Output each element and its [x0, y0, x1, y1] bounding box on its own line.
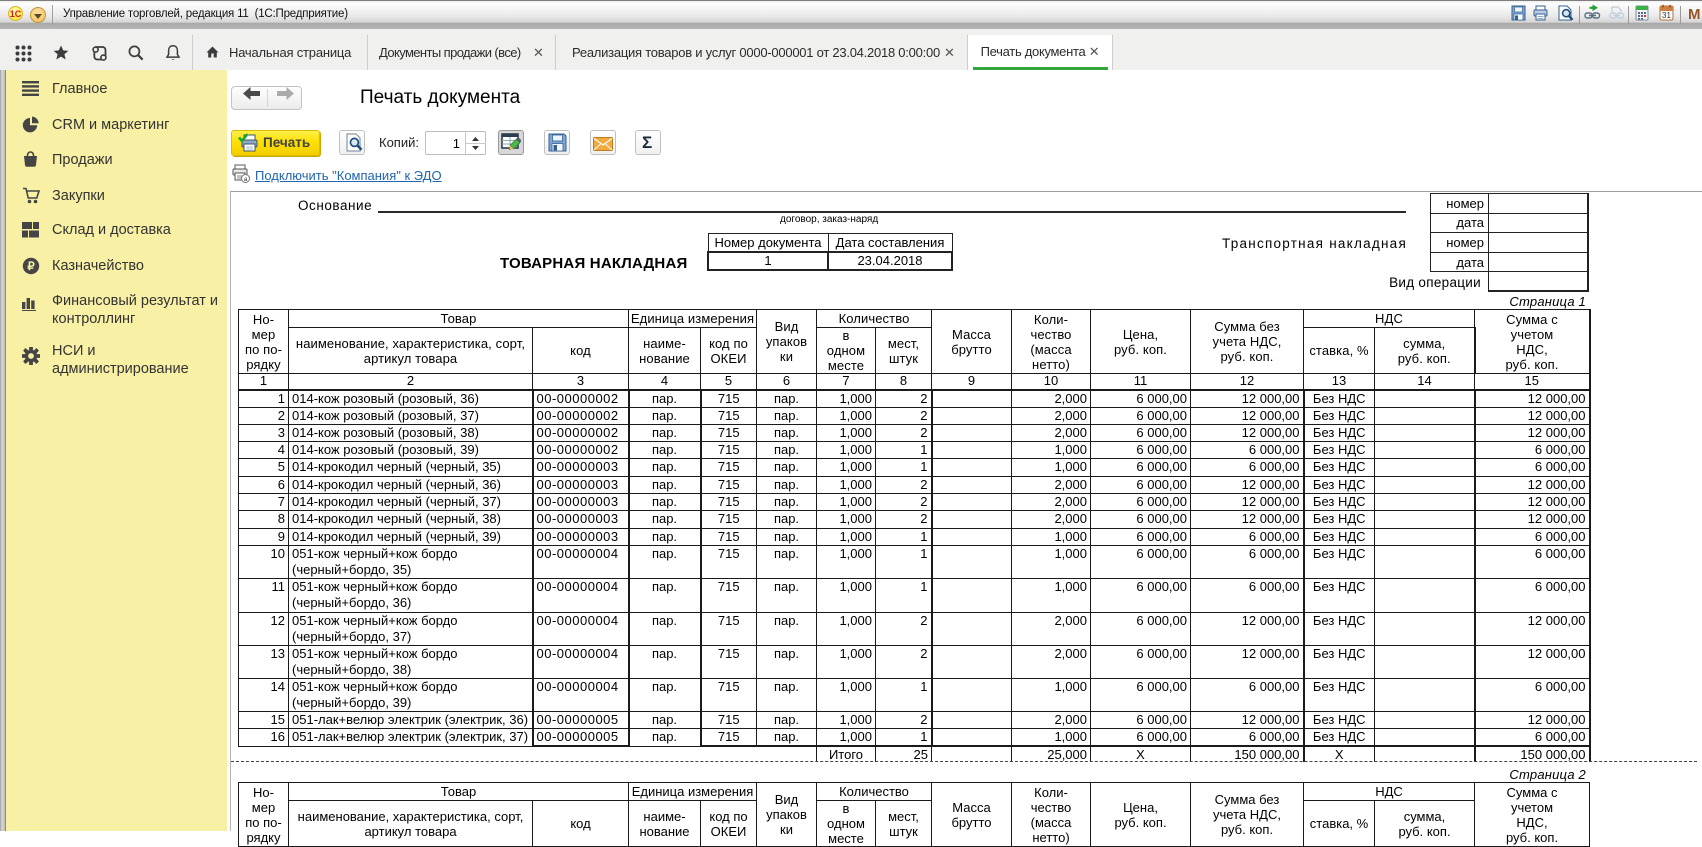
svg-text:а: а	[244, 176, 248, 183]
svg-text:31: 31	[1662, 11, 1671, 20]
svg-text:₽: ₽	[27, 261, 35, 273]
